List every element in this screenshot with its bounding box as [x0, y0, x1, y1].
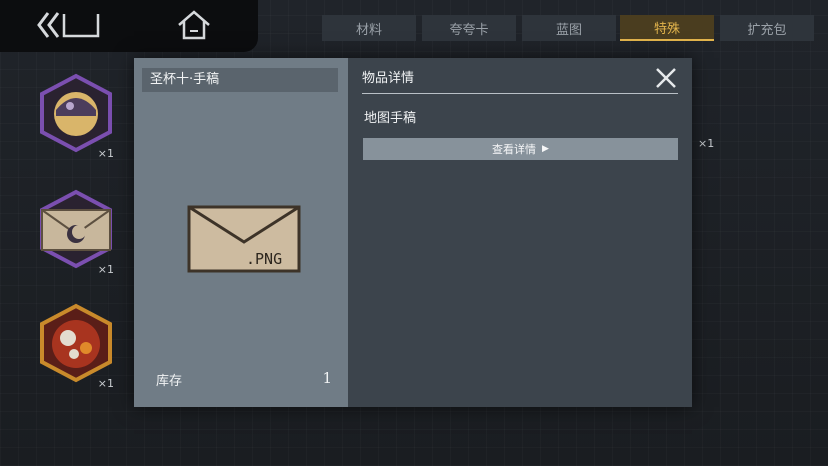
home-button[interactable]: [176, 9, 212, 41]
item-count: ×1: [97, 147, 114, 160]
detail-header: 物品详情: [362, 68, 678, 94]
tab-blueprints[interactable]: 蓝图: [522, 15, 616, 41]
tab-special[interactable]: 特殊: [620, 15, 714, 41]
close-button[interactable]: [654, 66, 678, 90]
item-name: 地图手稿: [364, 111, 417, 126]
red-food-icon: [40, 303, 112, 383]
stock-value: 1: [322, 369, 332, 387]
close-icon: [656, 68, 676, 88]
inventory-item-helmet[interactable]: ×1: [34, 72, 118, 160]
inventory-item-food[interactable]: ×1: [34, 302, 118, 390]
play-arrow-icon: ▶: [542, 144, 549, 154]
view-details-button[interactable]: 查看详情 ▶: [363, 138, 678, 160]
envelope-icon: .PNG: [187, 205, 301, 273]
back-button[interactable]: [36, 10, 102, 40]
inventory-item-envelope[interactable]: ×1: [34, 188, 118, 276]
moon-envelope-icon: [40, 189, 112, 269]
item-preview-panel: 圣杯十·手稿 .PNG 库存 1: [134, 58, 348, 407]
tab-expansion-packs[interactable]: 扩充包: [720, 15, 814, 41]
stock-label: 库存: [156, 374, 183, 389]
item-detail-modal: 圣杯十·手稿 .PNG 库存 1 物品详情 地图手稿 查看详情 ▶: [134, 58, 692, 407]
item-count: ×1: [97, 377, 114, 390]
tab-materials[interactable]: 材料: [322, 15, 416, 41]
item-count: ×1: [97, 263, 114, 276]
item-title: 圣杯十·手稿: [142, 68, 338, 92]
back-arrow-icon: [37, 12, 100, 38]
top-bar: [0, 0, 258, 52]
view-details-label: 查看详情: [492, 143, 537, 156]
home-icon: [178, 10, 210, 40]
envelope-label: .PNG: [246, 250, 282, 268]
item-count: ×1: [698, 137, 715, 150]
tab-praise-cards[interactable]: 夸夸卡: [422, 15, 516, 41]
helmet-orb-icon: [40, 73, 112, 153]
